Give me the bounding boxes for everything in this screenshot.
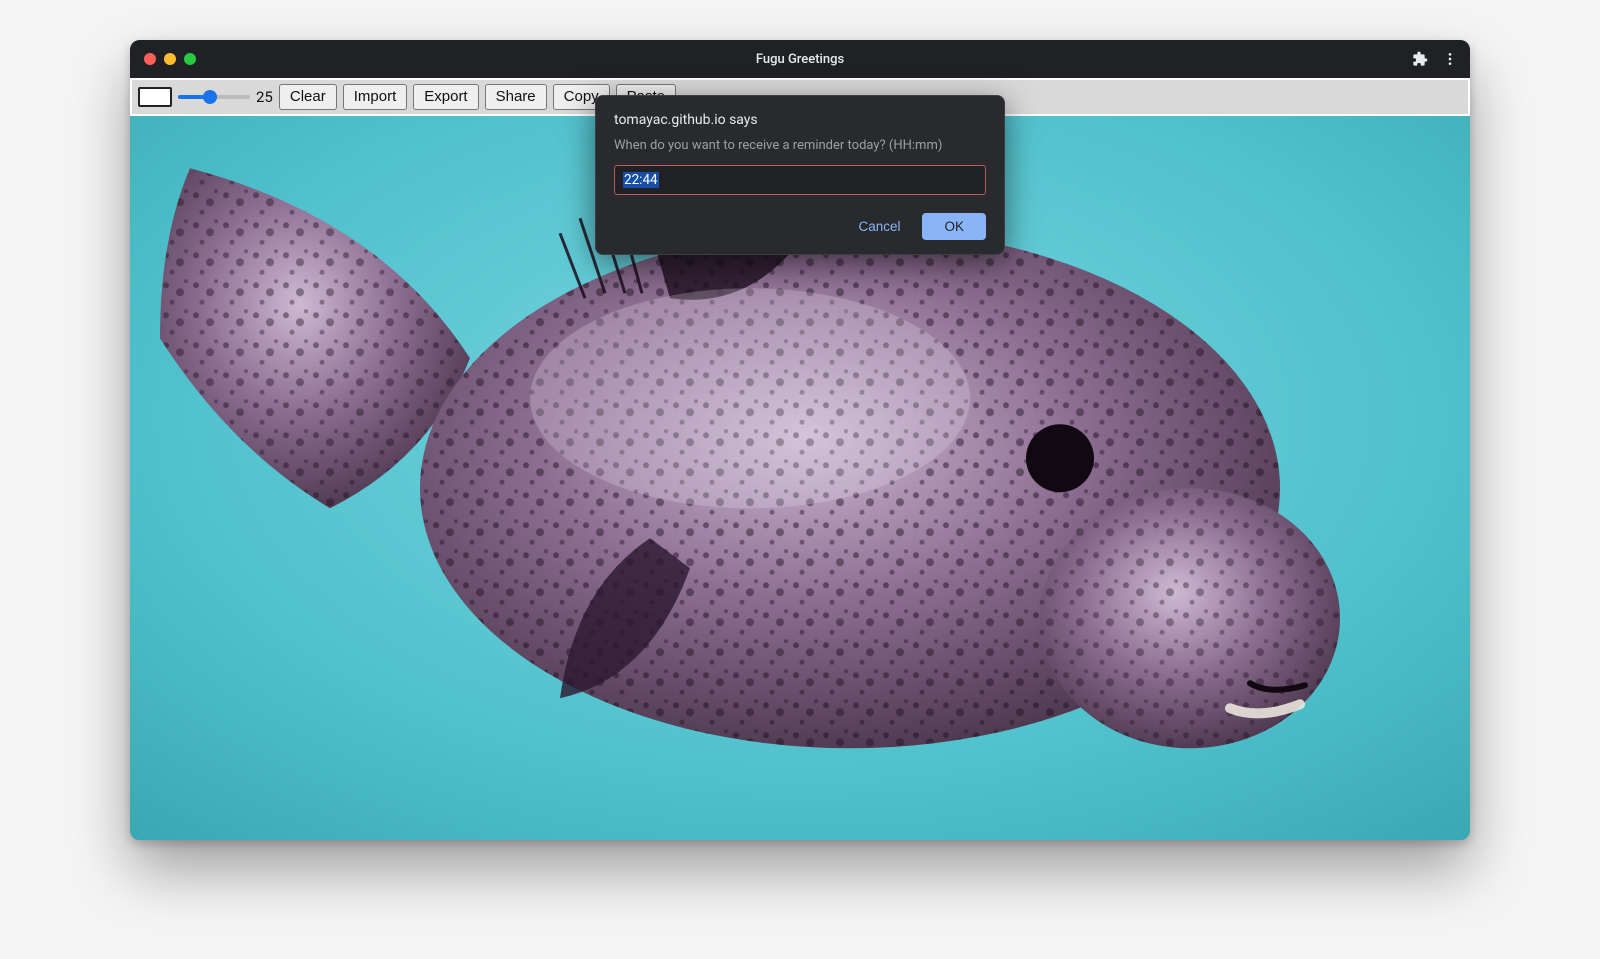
titlebar: Fugu Greetings — [130, 40, 1470, 78]
prompt-dialog: tomayac.github.io says When do you want … — [595, 95, 1005, 255]
export-button[interactable]: Export — [413, 84, 478, 110]
dialog-title: tomayac.github.io says — [614, 112, 986, 128]
dialog-input-value: 22:44 — [623, 172, 659, 188]
slider-thumb[interactable] — [203, 90, 217, 104]
dialog-message: When do you want to receive a reminder t… — [614, 138, 986, 153]
dialog-actions: Cancel OK — [614, 213, 986, 240]
brush-size-value: 25 — [256, 88, 273, 106]
color-swatch[interactable] — [138, 87, 172, 107]
brush-size-slider[interactable] — [178, 88, 250, 106]
ok-button[interactable]: OK — [922, 213, 986, 240]
clear-button[interactable]: Clear — [279, 84, 337, 110]
share-button[interactable]: Share — [485, 84, 547, 110]
cancel-button[interactable]: Cancel — [848, 213, 910, 240]
app-window: Fugu Greetings 25 — [130, 40, 1470, 840]
dialog-input[interactable]: 22:44 — [614, 165, 986, 195]
window-title: Fugu Greetings — [130, 52, 1470, 67]
dialog-host: tomayac.github.io — [614, 112, 726, 128]
brush-size-control: 25 — [178, 88, 273, 106]
dialog-says: says — [726, 112, 758, 128]
import-button[interactable]: Import — [343, 84, 408, 110]
